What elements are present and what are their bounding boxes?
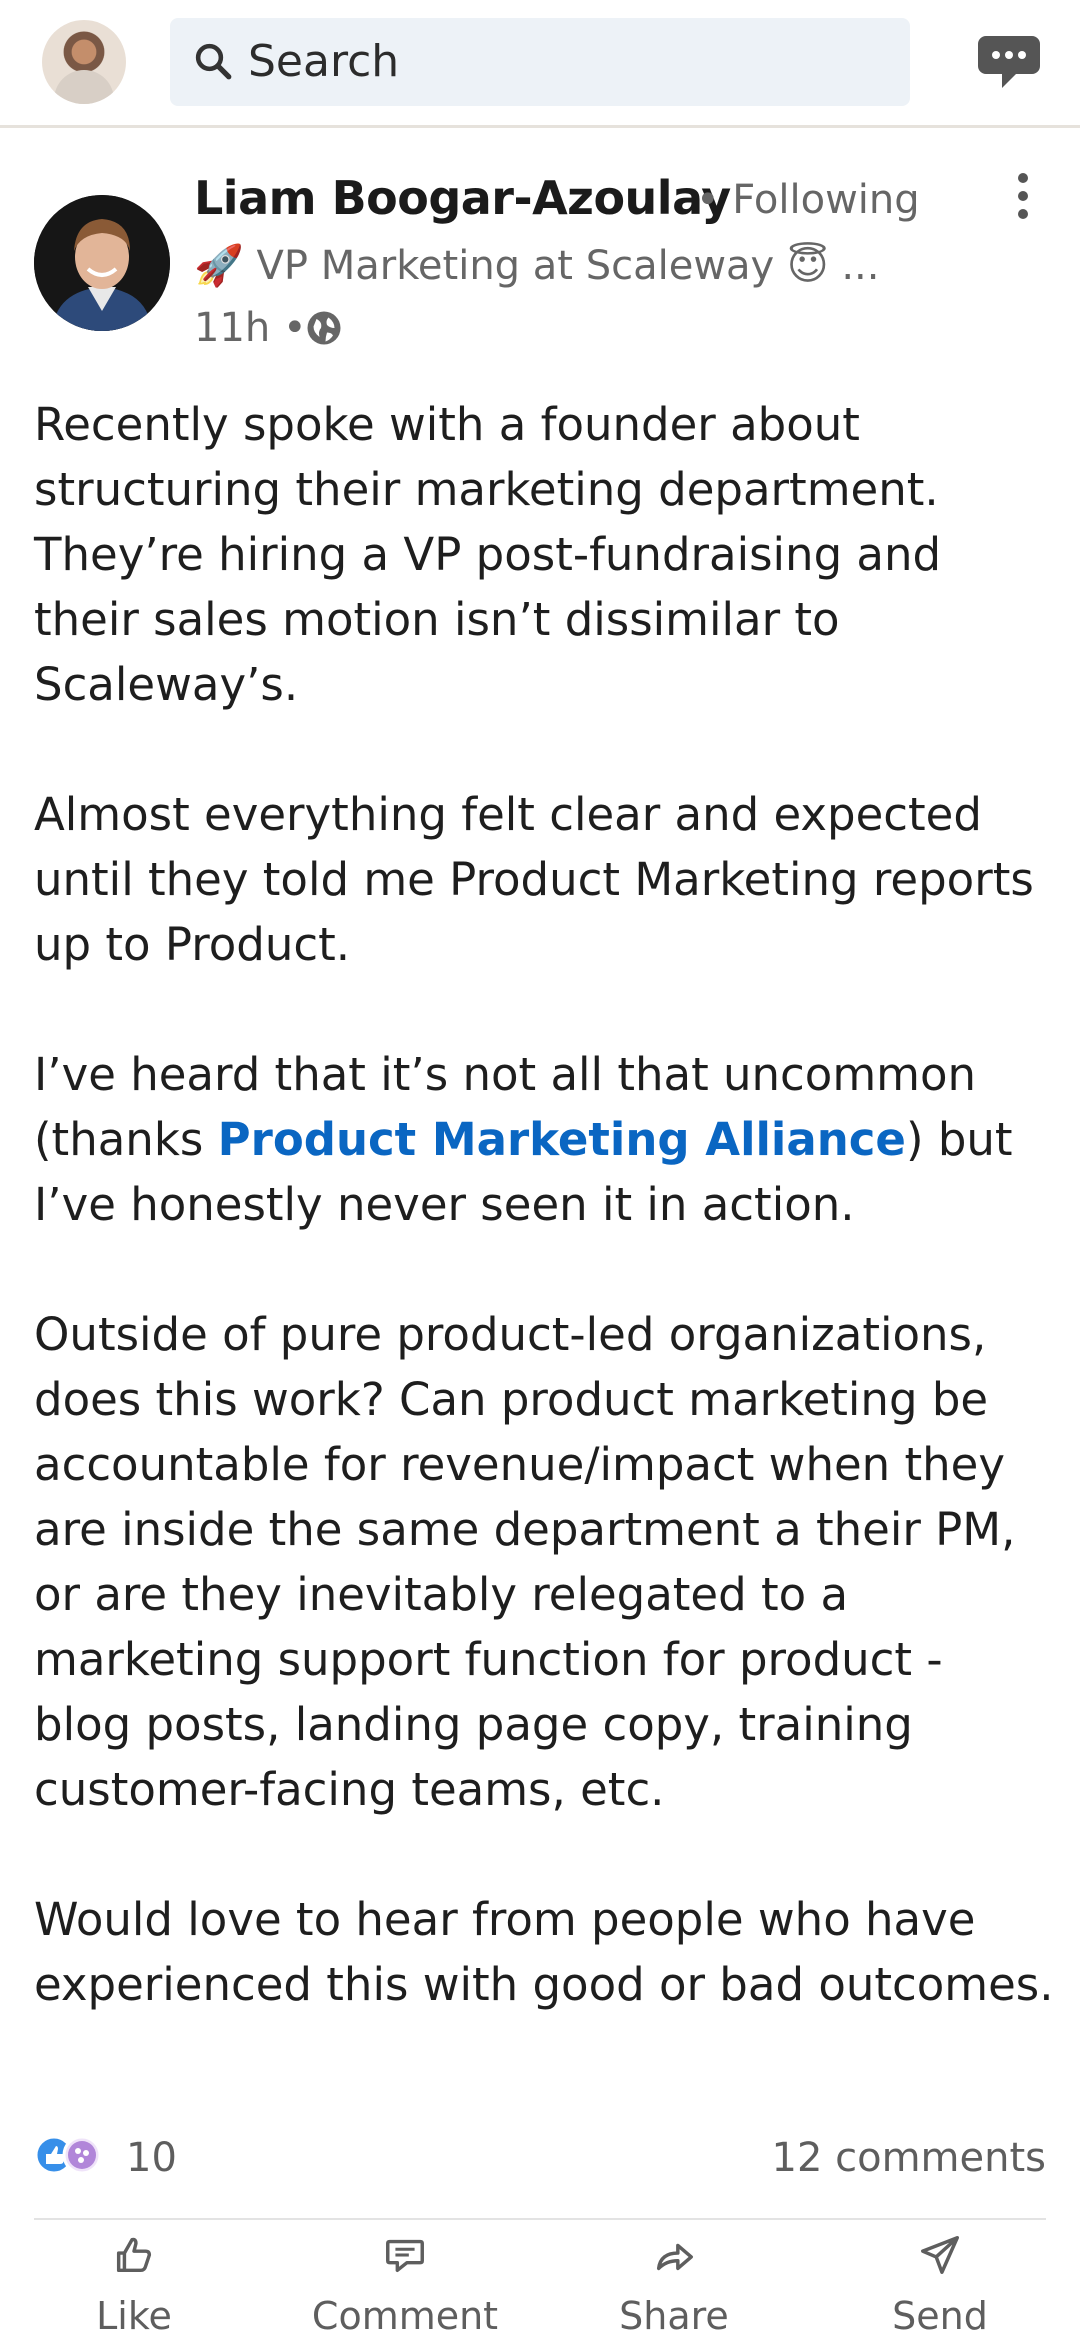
more-options-icon[interactable] (1014, 172, 1032, 220)
post-paragraph: Would love to hear from people who have … (34, 1893, 1054, 2011)
like-button[interactable]: Like (74, 2232, 194, 2340)
mention-link[interactable]: Product Marketing Alliance (218, 1113, 906, 1166)
comment-count[interactable]: 12 comments (772, 2130, 1047, 2186)
like-icon (116, 2237, 152, 2273)
search-bar[interactable]: Search (170, 18, 910, 106)
divider (34, 2218, 1046, 2220)
share-icon (656, 2243, 693, 2271)
profile-avatar[interactable] (42, 20, 126, 104)
following-status: • Following (696, 177, 920, 223)
post-paragraph: Recently spoke with a founder about stru… (34, 398, 942, 711)
like-label: Like (96, 2294, 172, 2338)
post-paragraph: Outside of pure product-led organization… (34, 1308, 1016, 1816)
author-headline: 🚀 VP Marketing at Scaleway 😇 ... (194, 243, 880, 289)
send-label: Send (892, 2294, 988, 2338)
search-placeholder: Search (248, 36, 400, 87)
comment-icon (386, 2239, 424, 2273)
send-icon (921, 2236, 959, 2274)
share-label: Share (619, 2294, 729, 2338)
messaging-icon[interactable] (976, 32, 1042, 92)
send-button[interactable]: Send (880, 2232, 1000, 2340)
post-paragraph: I’ve heard that it’s not all that uncomm… (34, 1042, 1054, 1237)
share-button[interactable]: Share (606, 2232, 742, 2340)
reaction-count[interactable]: 10 (126, 2130, 177, 2186)
author-avatar[interactable] (34, 195, 170, 331)
comment-button[interactable]: Comment (290, 2232, 520, 2340)
globe-icon (307, 311, 341, 345)
search-icon (195, 43, 232, 80)
author-photo (34, 195, 170, 331)
comment-label: Comment (311, 2294, 499, 2338)
post-paragraph: Almost everything felt clear and expecte… (34, 788, 1034, 971)
post-text: Recently spoke with a founder about stru… (34, 392, 1054, 2082)
love-reaction-icon (62, 2135, 102, 2175)
author-name[interactable]: Liam Boogar-Azoulay (194, 166, 731, 230)
top-bar: Search (0, 0, 1080, 128)
post-time: 11h • (194, 305, 307, 351)
reaction-icons[interactable] (34, 2132, 114, 2178)
